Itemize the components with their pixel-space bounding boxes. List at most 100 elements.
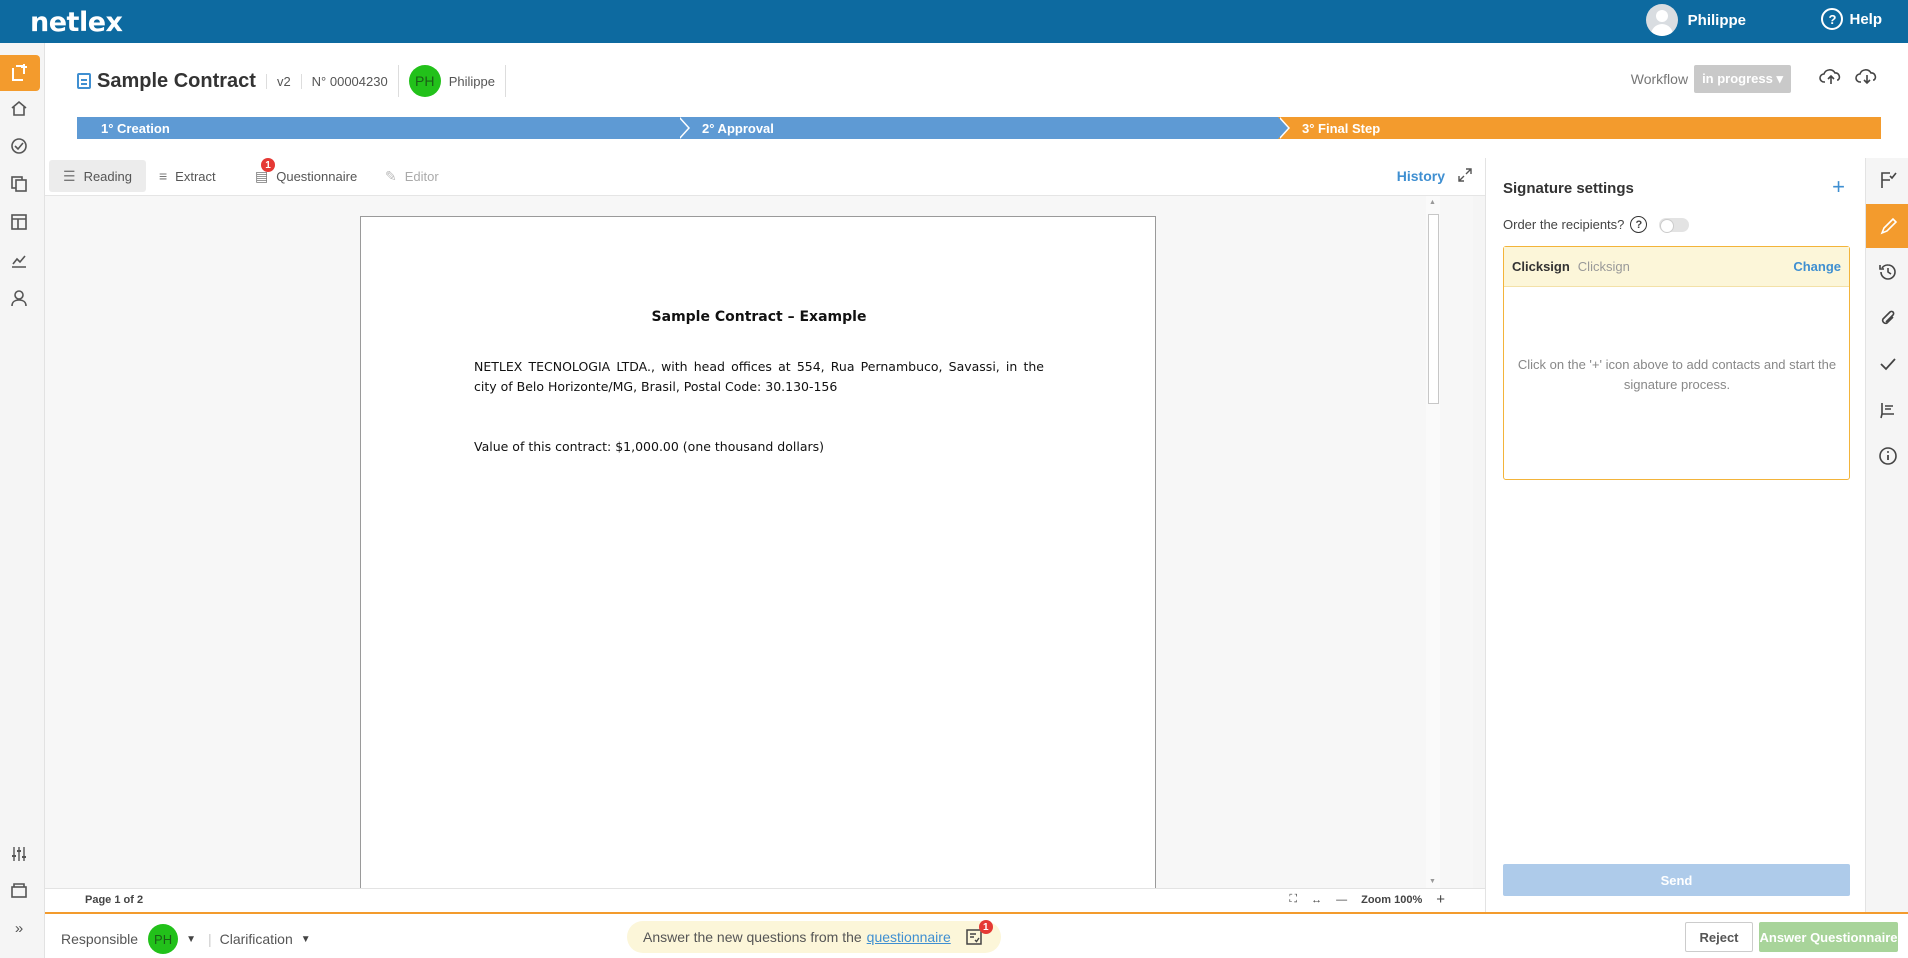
help-question-icon[interactable]: ?	[1630, 216, 1648, 233]
tab-extract[interactable]: ≡ Extract	[145, 160, 230, 192]
view-tabs: ☰ Reading ≡ Extract ▤ 1 Questionnaire ✎ …	[45, 158, 1485, 196]
archive-icon[interactable]	[8, 879, 30, 901]
add-contact-icon[interactable]: +	[1832, 174, 1845, 200]
chevron-down-icon: ▼	[186, 933, 196, 945]
home-icon[interactable]	[8, 97, 30, 119]
tab-questionnaire[interactable]: ▤ 1 Questionnaire	[241, 158, 371, 192]
bottom-action-bar: Responsible PH ▼ | Clarification ▼ Answe…	[45, 912, 1908, 958]
documents-icon[interactable]	[8, 173, 30, 195]
answer-questionnaire-button[interactable]: Answer Questionnaire	[1759, 922, 1898, 952]
reading-icon: ☰	[63, 167, 76, 184]
responsible-selector[interactable]: Responsible PH ▼ | Clarification ▼	[61, 924, 311, 954]
send-button[interactable]: Send	[1503, 864, 1850, 896]
reject-button[interactable]: Reject	[1685, 922, 1753, 952]
chevron-down-icon: ▼	[300, 933, 311, 945]
zoom-level: Zoom 100%	[1361, 893, 1423, 906]
workflow-steps: 1° Creation 2° Approval 3° Final Step	[77, 117, 1881, 139]
document-owner[interactable]: PH Philippe	[397, 65, 506, 97]
page-heading: Sample Contract – Example	[651, 309, 867, 325]
owner-name: Philippe	[448, 73, 495, 89]
history-link[interactable]: History	[1397, 168, 1445, 184]
tab-editor: ✎ Editor	[371, 160, 453, 192]
cloud-upload-icon[interactable]	[1819, 66, 1845, 86]
questionnaire-link[interactable]: questionnaire	[867, 929, 951, 945]
fit-width-icon[interactable]: ↔	[1311, 894, 1322, 906]
document-title[interactable]: Sample Contract	[97, 70, 256, 93]
attachment-icon[interactable]	[1866, 296, 1908, 340]
clarification-dropdown[interactable]: Clarification	[220, 931, 293, 947]
order-recipients-label: Order the recipients?	[1503, 217, 1625, 232]
provider-name: Clicksign	[1512, 259, 1570, 274]
responsible-label: Responsible	[61, 931, 139, 947]
new-document-icon	[12, 64, 27, 81]
signature-panel: Signature settings + Order the recipient…	[1485, 158, 1865, 912]
step-approval[interactable]: 2° Approval	[678, 117, 1290, 139]
document-title-row: Sample Contract v2 N° 00004230 PH Philip…	[77, 65, 506, 97]
reports-icon[interactable]	[8, 249, 30, 271]
zoom-in-icon[interactable]: +	[1436, 891, 1445, 908]
left-sidebar: »	[0, 43, 45, 958]
extract-icon: ≡	[159, 168, 168, 184]
user-menu[interactable]: Philippe	[1645, 4, 1746, 36]
notice-badge: 1	[978, 920, 993, 934]
signature-panel-title: Signature settings	[1503, 180, 1634, 197]
comments-icon[interactable]	[1866, 388, 1908, 432]
tab-extract-label: Extract	[175, 168, 216, 184]
document-icon	[77, 73, 91, 89]
page-paragraph: Value of this contract: $1,000.00 (one t…	[474, 439, 825, 454]
questionnaire-notice: Answer the new questions from the questi…	[627, 920, 1001, 953]
step-label: 2° Approval	[702, 120, 774, 136]
signature-instructions: Click on the '+' icon above to add conta…	[1517, 357, 1837, 392]
expand-sidebar-icon[interactable]: »	[8, 917, 30, 939]
document-viewer[interactable]: Sample Contract – Example NETLEX TECNOLO…	[45, 196, 1473, 888]
workflow-flag-icon[interactable]	[1866, 158, 1908, 202]
page-paragraph: NETLEX TECNOLOGIA LTDA., with head offic…	[474, 359, 1044, 394]
user-avatar-icon	[1645, 4, 1678, 36]
history-clock-icon[interactable]	[1866, 250, 1908, 294]
edit-icon: ✎	[385, 167, 397, 184]
document-number: N° 00004230	[300, 73, 398, 89]
signature-pen-icon[interactable]	[1866, 204, 1908, 248]
settings-sliders-icon[interactable]	[8, 843, 30, 865]
document-version: v2	[265, 73, 301, 89]
netlex-logo[interactable]: netlex	[30, 7, 123, 38]
document-scrollbar[interactable]: ▲ ▼	[1426, 196, 1440, 888]
page-indicator: Page 1 of 2	[85, 894, 144, 906]
notice-text: Answer the new questions from the	[643, 929, 862, 945]
right-toolbar	[1865, 158, 1908, 912]
tab-reading[interactable]: ☰ Reading	[49, 160, 146, 192]
tab-questionnaire-label: Questionnaire	[276, 168, 358, 184]
fullscreen-icon[interactable]	[1457, 167, 1475, 185]
document-page: Sample Contract – Example NETLEX TECNOLO…	[360, 216, 1156, 888]
workflow-status: Workflow in progress ▾	[1631, 65, 1791, 93]
cloud-download-icon[interactable]	[1855, 66, 1881, 86]
document-header: Sample Contract v2 N° 00004230 PH Philip…	[45, 43, 1908, 158]
order-recipients-row: Order the recipients? ?	[1503, 216, 1690, 233]
templates-icon[interactable]	[8, 211, 30, 233]
scrollbar-thumb[interactable]	[1428, 214, 1439, 404]
step-final[interactable]: 3° Final Step	[1278, 117, 1881, 139]
help-button[interactable]: ? Help	[1821, 8, 1882, 30]
zoom-out-icon[interactable]: —	[1336, 894, 1347, 906]
order-recipients-toggle[interactable]	[1659, 217, 1690, 233]
top-bar: netlex Philippe ? Help	[0, 0, 1908, 43]
user-name: Philippe	[1687, 11, 1746, 29]
document-footer: Page 1 of 2 ⛶ ↔ — Zoom 100% +	[45, 888, 1485, 912]
step-creation[interactable]: 1° Creation	[77, 117, 690, 139]
check-icon[interactable]	[1866, 342, 1908, 386]
help-label: Help	[1849, 10, 1882, 28]
fit-page-icon[interactable]: ⛶	[1289, 893, 1297, 906]
change-provider-link[interactable]: Change	[1793, 259, 1841, 274]
provider-subtitle: Clicksign	[1577, 259, 1630, 274]
provider-header: Clicksign Clicksign Change	[1504, 247, 1849, 287]
users-icon[interactable]	[8, 287, 30, 309]
info-icon[interactable]	[1866, 434, 1908, 478]
help-icon: ?	[1821, 8, 1844, 30]
questionnaire-badge: 1	[261, 158, 275, 172]
new-document-button[interactable]	[0, 55, 40, 91]
workflow-status-dropdown[interactable]: in progress ▾	[1694, 65, 1791, 93]
dashboard-icon[interactable]	[8, 135, 30, 157]
step-label: 3° Final Step	[1302, 120, 1381, 136]
workflow-label: Workflow	[1630, 71, 1689, 87]
step-label: 1° Creation	[101, 120, 170, 136]
